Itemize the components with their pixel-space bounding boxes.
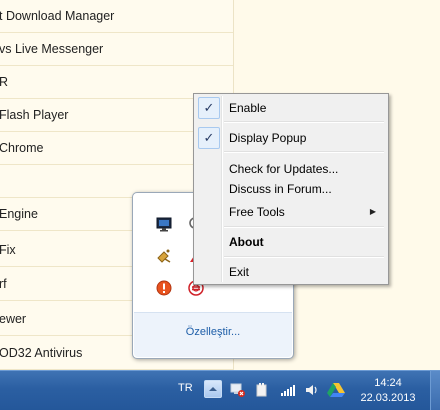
list-item[interactable]: vs Live Messenger (0, 33, 233, 66)
menu-item-about[interactable]: About (196, 231, 386, 253)
volume-icon[interactable] (304, 382, 320, 398)
menu-separator (224, 151, 384, 153)
menu-item-label: Check for Updates... (229, 162, 339, 176)
checkmark-icon: ✓ (198, 127, 220, 149)
show-desktop-button[interactable] (430, 371, 440, 410)
submenu-arrow-icon: ▶ (369, 207, 376, 216)
menu-item-display-popup[interactable]: ✓ Display Popup (196, 127, 386, 149)
chevron-up-icon (209, 387, 217, 391)
clock-time: 14:24 (374, 377, 402, 389)
network-error-icon[interactable] (230, 382, 246, 398)
menu-item-exit[interactable]: Exit (196, 261, 386, 283)
language-indicator[interactable]: TR (178, 382, 193, 394)
menu-item-label: Display Popup (229, 131, 307, 145)
menu-separator (224, 256, 384, 258)
menu-item-enable[interactable]: ✓ Enable (196, 97, 386, 119)
menu-separator (224, 121, 384, 123)
menu-item-label: Exit (229, 265, 250, 279)
signal-icon[interactable] (280, 382, 296, 398)
satellite-icon[interactable] (156, 248, 172, 264)
customize-link[interactable]: Özelleştir... (134, 326, 292, 338)
menu-item-free-tools[interactable]: Free Tools ▶ (196, 201, 386, 223)
menu-item-label: Discuss in Forum... (229, 182, 332, 196)
clock-date: 22.03.2013 (360, 392, 416, 404)
menu-item-check-updates[interactable]: Check for Updates... (196, 158, 386, 180)
taskbar: TR 14:24 22.03.2013 (0, 370, 440, 410)
power-icon[interactable] (254, 382, 270, 398)
menu-item-label: Free Tools (229, 205, 285, 219)
alert-icon[interactable] (156, 280, 172, 296)
menu-item-label: About (229, 235, 264, 249)
tray-context-menu: ✓ Enable ✓ Display Popup Check for Updat… (193, 93, 389, 285)
popup-footer: Özelleştir... (134, 312, 292, 357)
monitor-icon[interactable] (156, 216, 172, 232)
checkmark-icon: ✓ (198, 97, 220, 119)
menu-separator (224, 226, 384, 228)
google-drive-icon[interactable] (327, 382, 345, 398)
list-item[interactable]: t Download Manager (0, 0, 233, 33)
clock[interactable]: 14:24 22.03.2013 (352, 376, 424, 406)
menu-item-discuss-forum[interactable]: Discuss in Forum... (196, 178, 386, 200)
show-hidden-icons-button[interactable] (204, 380, 222, 398)
menu-item-label: Enable (229, 101, 267, 115)
